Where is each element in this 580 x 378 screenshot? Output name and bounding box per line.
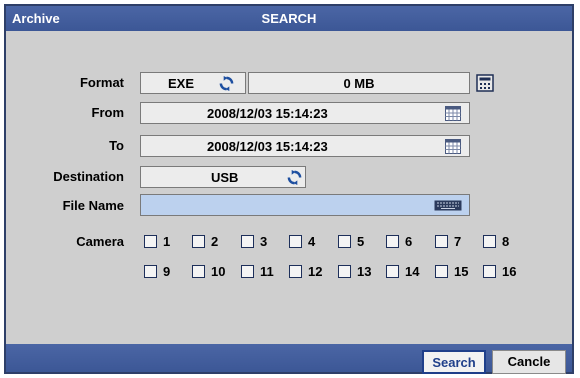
checkbox-box[interactable] [289,265,302,278]
calculator-icon[interactable] [476,74,494,92]
checkbox-box[interactable] [144,235,157,248]
camera-number-label: 14 [405,264,420,279]
destination-label: Destination [53,169,124,184]
to-datetime-field[interactable]: 2008/12/03 15:14:23 [140,135,470,157]
footer-bar [6,344,572,372]
calendar-icon[interactable] [445,139,461,154]
camera-row: 1 2 3 4 5 6 7 8 [144,234,544,252]
to-datetime-value: 2008/12/03 15:14:23 [207,139,328,154]
checkbox-box[interactable] [483,235,496,248]
dialog-heading: SEARCH [261,11,317,26]
calendar-icon[interactable] [445,106,461,121]
keyboard-icon[interactable] [434,200,462,211]
camera-checkbox-2[interactable]: 2 [192,234,218,249]
camera-checkbox-9[interactable]: 9 [144,264,170,279]
camera-number-label: 15 [454,264,469,279]
camera-number-label: 7 [454,234,462,249]
camera-number-label: 3 [260,234,268,249]
camera-number-label: 10 [211,264,226,279]
checkbox-box[interactable] [241,235,254,248]
cancel-button[interactable]: Cancle [492,350,566,374]
to-label: To [109,138,124,153]
camera-label: Camera [76,234,124,249]
cycle-icon[interactable] [287,170,302,185]
camera-checkbox-16[interactable]: 16 [483,264,516,279]
format-selector[interactable]: EXE [140,72,246,94]
camera-number-label: 11 [260,264,274,279]
checkbox-box[interactable] [338,265,351,278]
camera-number-label: 16 [502,264,517,279]
camera-checkbox-4[interactable]: 4 [289,234,315,249]
camera-number-label: 13 [357,264,372,279]
camera-checkbox-12[interactable]: 12 [289,264,322,279]
camera-number-label: 4 [308,234,316,249]
checkbox-box[interactable] [386,265,399,278]
search-button[interactable]: Search [422,350,486,374]
checkbox-box[interactable] [338,235,351,248]
file-name-label: File Name [62,198,124,213]
checkbox-box[interactable] [241,265,254,278]
camera-checkbox-14[interactable]: 14 [386,264,419,279]
checkbox-box[interactable] [386,235,399,248]
file-name-input[interactable] [140,194,470,216]
title-bar: Archive SEARCH [6,6,572,31]
archive-size-display: 0 MB [248,72,470,94]
from-datetime-field[interactable]: 2008/12/03 15:14:23 [140,102,470,124]
camera-number-label: 2 [211,234,219,249]
checkbox-box[interactable] [435,265,448,278]
checkbox-box[interactable] [192,235,205,248]
camera-checkbox-5[interactable]: 5 [338,234,364,249]
checkbox-box[interactable] [435,235,448,248]
camera-checkbox-13[interactable]: 13 [338,264,371,279]
camera-number-label: 6 [405,234,413,249]
camera-checkbox-1[interactable]: 1 [144,234,170,249]
camera-number-label: 9 [163,264,171,279]
from-label: From [91,105,125,120]
camera-checkbox-15[interactable]: 15 [435,264,468,279]
camera-number-label: 12 [308,264,323,279]
checkbox-box[interactable] [192,265,205,278]
camera-checkbox-7[interactable]: 7 [435,234,461,249]
cycle-icon[interactable] [219,76,234,91]
camera-checkbox-3[interactable]: 3 [241,234,267,249]
format-value: EXE [168,76,195,91]
checkbox-box[interactable] [144,265,157,278]
camera-checkbox-6[interactable]: 6 [386,234,412,249]
archive-dialog: Archive SEARCH Format EXE 0 MB From 2008… [4,4,574,374]
archive-size-value: 0 MB [343,76,375,91]
from-datetime-value: 2008/12/03 15:14:23 [207,106,328,121]
camera-checkbox-10[interactable]: 10 [192,264,225,279]
checkbox-box[interactable] [289,235,302,248]
camera-number-label: 5 [357,234,365,249]
destination-selector[interactable]: USB [140,166,306,188]
camera-checkbox-8[interactable]: 8 [483,234,509,249]
camera-checkbox-11[interactable]: 11 [241,264,274,279]
camera-number-label: 8 [502,234,510,249]
destination-value: USB [211,170,239,185]
camera-row: 9 10 11 12 13 14 15 16 [144,264,544,282]
checkbox-box[interactable] [483,265,496,278]
camera-number-label: 1 [163,234,171,249]
format-label: Format [79,75,124,90]
